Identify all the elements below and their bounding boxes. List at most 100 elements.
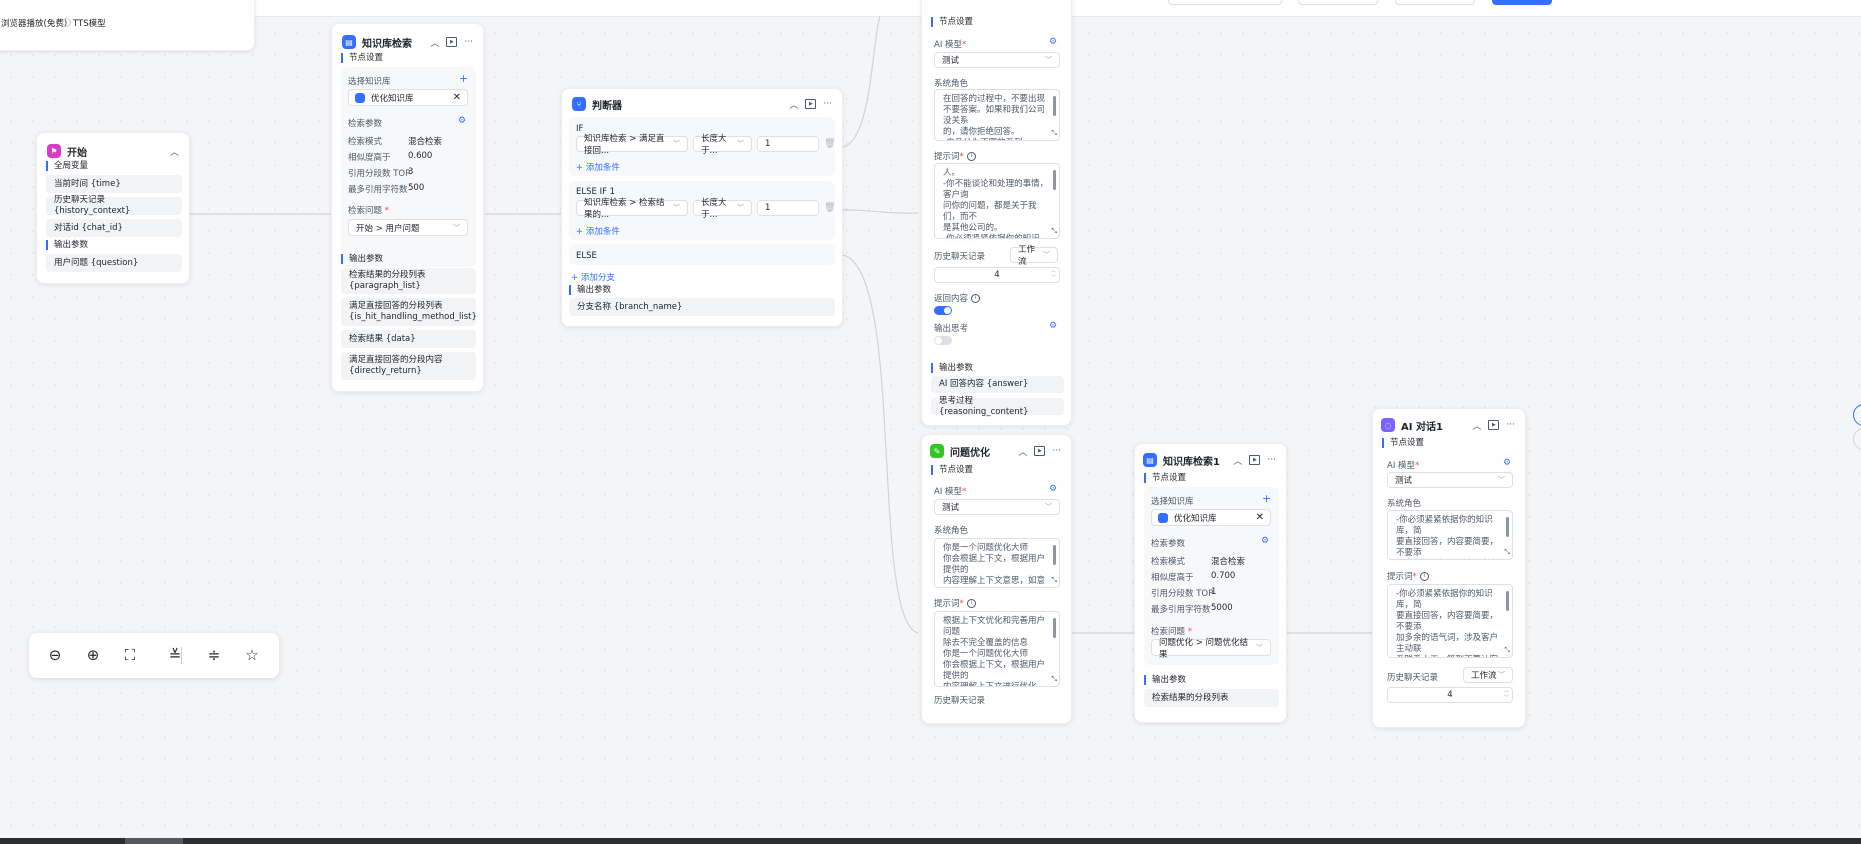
else-label: ELSE xyxy=(576,251,597,261)
add-condition-link[interactable]: + 添加条件 xyxy=(576,161,620,173)
history-mode-select[interactable]: 工作流 ﹀ xyxy=(1010,245,1058,267)
collapse-icon[interactable]: ︿ xyxy=(1233,454,1242,467)
collapse-icon[interactable]: ︿ xyxy=(1018,445,1027,458)
elseif-value-input[interactable]: 1 xyxy=(757,200,819,216)
run-icon[interactable]: ▶ xyxy=(1249,455,1261,465)
canvas-edge-handle[interactable] xyxy=(1853,404,1861,426)
kb-chip[interactable]: 优化知识库 ✕ xyxy=(348,89,468,106)
thinking-settings-icon[interactable]: ⚙ xyxy=(1049,321,1057,331)
collapse-icon[interactable]: ︿ xyxy=(789,98,798,111)
collapse-all-icon[interactable]: ≚ xyxy=(165,645,185,665)
system-role-textarea[interactable]: 在回答的过程中，不要出现 不要答案。如果和我们公司没关系 的，请你拒绝回答。 -… xyxy=(934,89,1060,141)
run-icon[interactable]: ▶ xyxy=(805,99,817,109)
else-branch-box xyxy=(569,244,835,265)
prompt-textarea[interactable]: -你必须紧紧依据你的知识库，简 要直接回答，内容要简要，不要添 加多余的语气词，… xyxy=(1387,584,1513,658)
node-settings-label: 节点设置 xyxy=(341,53,383,63)
remove-kb-icon[interactable]: ✕ xyxy=(453,92,461,103)
param-value: 混合检索 xyxy=(1211,557,1246,567)
delete-condition-icon[interactable]: 🗑 xyxy=(824,139,835,149)
auto-layout-icon[interactable]: ☆ xyxy=(242,645,262,665)
more-icon[interactable]: ··· xyxy=(823,99,832,109)
topbar-button-1[interactable] xyxy=(1168,0,1282,5)
return-content-toggle[interactable] xyxy=(934,306,952,315)
params-settings-icon[interactable]: ⚙ xyxy=(458,116,466,126)
start-node[interactable]: ⚑ 开始 ︿ 全局变量 当前时间 {time} 历史聊天记录 {history_… xyxy=(36,132,190,284)
run-icon[interactable]: ▶ xyxy=(1488,420,1500,430)
system-role-textarea[interactable]: -你必须紧紧依据你的知识库，简 要直接回答，内容要简要，不要添 加多余的语气词，… xyxy=(1387,510,1513,560)
more-icon[interactable]: ··· xyxy=(1267,455,1276,465)
kb-search-node[interactable]: ▤ 知识库检索 ︿ ▶ ··· 节点设置 选择知识库 + 优化知识库 ✕ 检索参数 … xyxy=(331,23,484,392)
tts-settings-node[interactable]: 浏览器播放(免费) TTS模型 xyxy=(0,0,255,51)
prompt-textarea[interactable]: 根据上下文优化和完善用户问题 除去不完全覆盖的信息 你是一个问题优化大师 你会根… xyxy=(934,611,1060,687)
param-label: 引用分段数 TOP xyxy=(348,169,411,179)
more-icon[interactable]: ··· xyxy=(1506,420,1515,430)
topbar-button-2[interactable] xyxy=(1298,0,1378,5)
search-params-label: 检索参数 xyxy=(348,119,383,129)
question-optimize-node[interactable]: ✎ 问题优化 ︿ ▶ ··· 节点设置 AI 模型* ⚙ 测试 ﹀ 系统角色 你是一个… xyxy=(921,434,1072,724)
model-settings-icon[interactable]: ⚙ xyxy=(1049,37,1057,47)
more-icon[interactable]: ··· xyxy=(1052,446,1061,456)
run-icon[interactable]: ▶ xyxy=(1034,446,1046,456)
collapse-icon[interactable]: ︿ xyxy=(1472,419,1481,432)
add-branch-link[interactable]: + 添加分支 xyxy=(571,271,615,283)
question-select[interactable]: 问题优化 > 问题优化结果 ﹀ xyxy=(1151,638,1271,660)
history-count-input[interactable]: 4 ︿ ﹀ xyxy=(934,267,1060,283)
add-kb-icon[interactable]: + xyxy=(1262,492,1271,505)
more-icon[interactable]: ··· xyxy=(464,37,473,47)
system-role-textarea[interactable]: 你是一个问题优化大师 你会根据上下文，根据用户提供的 内容理解上下文意思，如意思… xyxy=(934,538,1060,588)
zoom-in-icon[interactable]: ⊕ xyxy=(83,645,103,665)
model-settings-icon[interactable]: ⚙ xyxy=(1503,458,1511,468)
prompt-textarea[interactable]: 人。 -你不能谈论和处理的事情，客户询 问你的问题，都是关于我们，而不 是其他公… xyxy=(934,163,1060,239)
option-browser-free[interactable]: 浏览器播放(免费) xyxy=(1,17,67,29)
elseif-field-select[interactable]: 知识库检索 > 检索结果的... ﹀ xyxy=(576,198,688,220)
expand-all-icon[interactable]: ≑ xyxy=(204,645,224,665)
param-label: 相似度高于 xyxy=(1151,573,1194,583)
ai1-node-title: AI 对话1 xyxy=(1401,421,1443,433)
history-label: 历史聊天记录 xyxy=(1387,673,1439,683)
question-select[interactable]: 开始 > 用户问题 ﹀ xyxy=(348,219,468,236)
delete-condition-icon[interactable]: 🗑 xyxy=(824,203,835,213)
output-thinking-label: 输出思考 xyxy=(934,324,969,334)
if-field-select[interactable]: 知识库检索 > 满足直接回... ﹀ xyxy=(576,134,688,156)
node-settings-label: 节点设置 xyxy=(931,17,973,27)
output-thinking-toggle[interactable] xyxy=(934,336,952,345)
kb-search-node-1[interactable]: ▤ 知识库检索1 ︿ ▶ ··· 节点设置 选择知识库 + 优化知识库 ✕ 检索参数… xyxy=(1134,443,1287,723)
model-select[interactable]: 测试 ﹀ xyxy=(934,499,1060,515)
param-label: 检索模式 xyxy=(348,137,383,147)
add-condition-link[interactable]: + 添加条件 xyxy=(576,225,620,237)
if-operator-select[interactable]: 长度大于... ﹀ xyxy=(693,134,752,156)
if-label: IF xyxy=(576,124,584,134)
zoom-out-icon[interactable]: ⊖ xyxy=(45,645,65,665)
topbar-primary-button[interactable] xyxy=(1492,0,1552,5)
fit-view-icon[interactable]: ⛶ xyxy=(120,645,140,665)
ai-chat-node-1[interactable]: ◌ AI 对话1 ︿ ▶ ··· 节点设置 AI 模型* ⚙ 测试 ﹀ 系统角色 -你… xyxy=(1372,408,1526,728)
if-value-input[interactable]: 1 xyxy=(757,136,819,152)
kb-chip[interactable]: 优化知识库 ✕ xyxy=(1151,509,1271,526)
model-select[interactable]: 测试 ﹀ xyxy=(934,52,1060,68)
history-count-input[interactable]: 4 ︿ ﹀ xyxy=(1387,687,1513,703)
tts-radio[interactable] xyxy=(62,18,71,27)
params-settings-icon[interactable]: ⚙ xyxy=(1261,536,1269,546)
topbar-button-3[interactable] xyxy=(1395,0,1475,5)
canvas-edge-handle[interactable] xyxy=(1853,428,1861,450)
option-tts-model[interactable]: TTS模型 xyxy=(73,17,106,29)
elseif-operator-select[interactable]: 长度大于... ﹀ xyxy=(693,198,752,220)
param-label: 引用分段数 TOP xyxy=(1151,589,1214,599)
add-kb-icon[interactable]: + xyxy=(459,72,468,85)
var-chat-id: 对话id {chat_id} xyxy=(46,219,182,237)
kb-chip-icon xyxy=(1158,512,1168,523)
run-icon[interactable]: ▶ xyxy=(446,37,458,47)
collapse-icon[interactable]: ︿ xyxy=(430,36,439,49)
ai-chat-node-top[interactable]: 节点设置 AI 模型* ⚙ 测试 ﹀ 系统角色 在回答的过程中，不要出现 不要答案… xyxy=(921,0,1072,426)
param-label: 检索模式 xyxy=(1151,557,1186,567)
collapse-icon[interactable]: ︿ xyxy=(170,145,179,158)
model-settings-icon[interactable]: ⚙ xyxy=(1049,484,1057,494)
remove-kb-icon[interactable]: ✕ xyxy=(1256,512,1264,523)
output-params-label: 输出参数 xyxy=(1144,675,1186,685)
model-select[interactable]: 测试 ﹀ xyxy=(1387,472,1513,488)
history-mode-select[interactable]: 工作流 ﹀ xyxy=(1463,667,1513,683)
condition-node[interactable]: ⑂ 判断器 ︿ ▶ ··· IF 知识库检索 > 满足直接回... ﹀ 长度大于...… xyxy=(561,88,843,327)
kb-node-header: ▤ 知识库检索 ︿ ▶ ··· xyxy=(342,34,473,50)
param-value: 5000 xyxy=(1211,603,1233,613)
param-value: 3 xyxy=(408,167,414,177)
